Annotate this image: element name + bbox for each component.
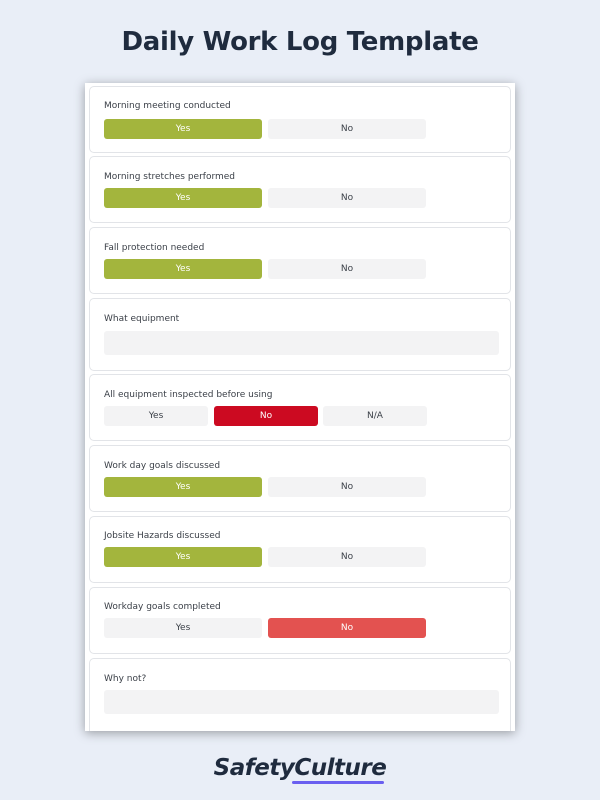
question-card-what-equipment: What equipment [89,298,511,371]
no-button[interactable]: No [268,188,426,208]
question-card-work-day-goals: Work day goals discussed Yes No [89,445,511,512]
question-card-morning-stretches: Morning stretches performed Yes No [89,156,511,223]
yes-button[interactable]: Yes [104,406,208,426]
what-equipment-input[interactable] [104,331,499,355]
no-button[interactable]: No [214,406,318,426]
question-card-fall-protection: Fall protection needed Yes No [89,227,511,294]
question-label: Fall protection needed [104,243,205,253]
question-label: Jobsite Hazards discussed [104,531,221,541]
no-button[interactable]: No [268,547,426,567]
yes-button[interactable]: Yes [104,477,262,497]
yes-button[interactable]: Yes [104,259,262,279]
page-title: Daily Work Log Template [121,27,479,57]
question-label: Workday goals completed [104,602,221,612]
question-card-equipment-inspected: All equipment inspected before using Yes… [89,374,511,441]
form-panel: Morning meeting conducted Yes No Morning… [85,83,515,731]
question-label: Morning meeting conducted [104,101,231,111]
yes-button[interactable]: Yes [104,618,262,638]
yes-button[interactable]: Yes [104,119,262,139]
brand-logo: SafetyCulture [213,755,387,781]
yes-button[interactable]: Yes [104,188,262,208]
question-label: Why not? [104,674,147,684]
question-card-morning-meeting: Morning meeting conducted Yes No [89,86,511,153]
question-card-workday-goals-completed: Workday goals completed Yes No [89,587,511,654]
no-button[interactable]: No [268,119,426,139]
question-label: Work day goals discussed [104,461,221,471]
brand-underline [292,781,384,784]
no-button[interactable]: No [268,259,426,279]
question-label: All equipment inspected before using [104,390,273,400]
question-card-why-not: Why not? [89,658,511,731]
question-label: Morning stretches performed [104,172,236,182]
question-card-jobsite-hazards: Jobsite Hazards discussed Yes No [89,516,511,583]
question-label: What equipment [104,314,180,324]
no-button[interactable]: No [268,618,426,638]
why-not-input[interactable] [104,690,499,714]
yes-button[interactable]: Yes [104,547,262,567]
no-button[interactable]: No [268,477,426,497]
na-button[interactable]: N/A [323,406,427,426]
